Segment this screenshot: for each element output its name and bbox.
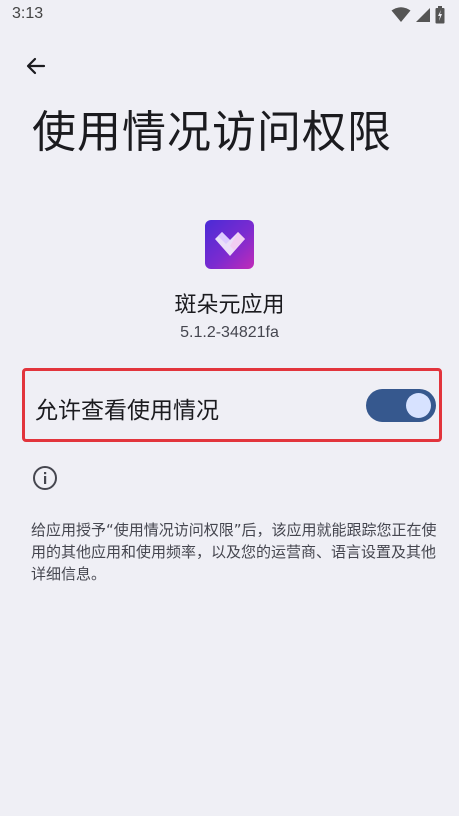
allow-usage-access-label: 允许查看使用情况 (35, 398, 219, 424)
status-time: 3:13 (12, 5, 44, 22)
back-button[interactable] (18, 50, 54, 86)
app-version: 5.1.2-34821fa (180, 324, 279, 341)
signal-icon (415, 7, 431, 27)
status-bar: 3:13 (0, 0, 459, 32)
page-title: 使用情况访问权限 (32, 107, 392, 158)
usage-access-description: 给应用授予“使用情况访问权限”后，该应用就能跟踪您正在使用的其他应用和使用频率，… (31, 521, 437, 583)
switch-thumb (406, 393, 431, 418)
allow-usage-access-switch[interactable] (366, 389, 436, 422)
battery-icon (435, 6, 445, 28)
arrow-left-icon (24, 54, 48, 82)
status-icons (391, 6, 445, 28)
app-logo-icon (205, 220, 254, 269)
allow-usage-access-row[interactable]: 允许查看使用情况 (22, 368, 442, 442)
app-name: 斑朵元应用 (174, 293, 285, 318)
wifi-icon (391, 7, 411, 27)
info-icon (32, 465, 58, 491)
